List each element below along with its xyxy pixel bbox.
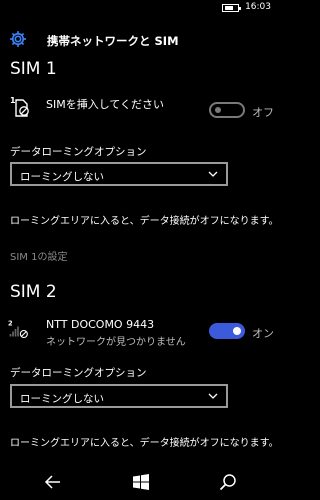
sim1-status: SIMを挿入してください [46, 98, 165, 111]
sim1-roaming-label: データローミングオプション [10, 146, 147, 158]
sim2-toggle-label: オン [252, 327, 274, 340]
sim2-carrier: NTT DOCOMO 9443 [46, 318, 155, 331]
sim2-heading: SIM 2 [10, 282, 57, 302]
title-bar: 携帯ネットワークと SIM [0, 26, 281, 52]
sim1-toggle-label: オフ [252, 106, 274, 119]
sim2-toggle[interactable] [209, 323, 245, 339]
page-title: 携帯ネットワークと SIM [47, 34, 179, 48]
back-icon[interactable] [43, 472, 63, 492]
navigation-bar [0, 464, 281, 500]
status-bar: 16:03 [0, 0, 281, 16]
toggle-knob [233, 327, 241, 335]
svg-text:1: 1 [10, 96, 16, 105]
sim1-heading: SIM 1 [10, 59, 57, 79]
signal-no-network-icon: 2 [8, 320, 28, 339]
clock: 16:03 [245, 2, 271, 12]
sim1-roaming-value: ローミングしない [20, 171, 104, 183]
chevron-down-icon [208, 393, 218, 399]
battery-icon [222, 4, 241, 12]
svg-text:2: 2 [8, 320, 13, 328]
gear-icon [10, 31, 26, 47]
toggle-knob [215, 107, 221, 113]
sim2-roaming-info: ローミングエリアに入ると、データ接続がオフになります。 [10, 438, 279, 449]
settings-screen: 16:03 携帯ネットワークと SIM SIM 1 1 SIMを挿入してください… [0, 0, 281, 500]
sim1-roaming-info: ローミングエリアに入ると、データ接続がオフになります。 [10, 216, 279, 227]
windows-icon[interactable] [131, 472, 151, 492]
sim1-toggle[interactable] [209, 102, 245, 118]
sim2-roaming-dropdown[interactable]: ローミングしない [10, 384, 228, 408]
sim2-roaming-label: データローミングオプション [10, 367, 147, 379]
search-icon[interactable] [218, 472, 238, 492]
sim2-status: ネットワークが見つかりません [46, 337, 186, 348]
sim2-roaming-value: ローミングしない [20, 393, 104, 405]
sim-missing-icon: 1 [10, 96, 29, 117]
sim1-roaming-dropdown[interactable]: ローミングしない [10, 162, 228, 186]
sim1-settings-link[interactable]: SIM 1の設定 [10, 248, 67, 263]
chevron-down-icon [208, 171, 218, 177]
